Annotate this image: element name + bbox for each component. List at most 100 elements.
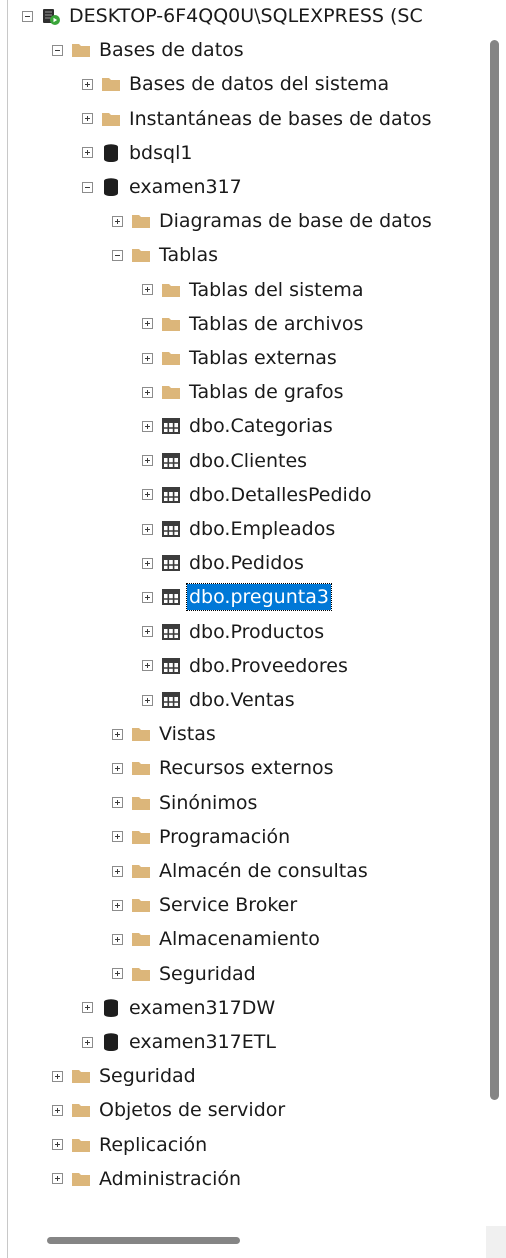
node-vistas[interactable]: Vistas bbox=[112, 717, 218, 751]
expand-toggle[interactable] bbox=[52, 1173, 63, 1185]
node-bases-de-datos-del-sistema[interactable]: Bases de datos del sistema bbox=[82, 67, 391, 101]
expand-toggle[interactable] bbox=[112, 762, 123, 774]
node-server[interactable]: DESKTOP-6F4QQ0U\SQLEXPRESS (SC bbox=[22, 0, 425, 33]
node-seguridad[interactable]: Seguridad bbox=[52, 1059, 198, 1093]
node-dbo-detallespedido[interactable]: dbo.DetallesPedido bbox=[142, 478, 374, 512]
node-dbo-clientes[interactable]: dbo.Clientes bbox=[142, 444, 309, 478]
expand-toggle[interactable] bbox=[142, 420, 153, 432]
expand-toggle[interactable] bbox=[142, 660, 153, 672]
node-objetos-de-servidor[interactable]: Objetos de servidor bbox=[52, 1093, 287, 1127]
folder-icon bbox=[71, 1135, 91, 1155]
expand-toggle[interactable] bbox=[82, 1036, 93, 1048]
node-label: Replicación bbox=[99, 1133, 208, 1156]
node-label: bdsql1 bbox=[129, 141, 193, 164]
node-label: Tablas del sistema bbox=[189, 278, 364, 301]
object-explorer-tree: DESKTOP-6F4QQ0U\SQLEXPRESS (SC Bases de … bbox=[8, 0, 484, 1220]
expand-toggle[interactable] bbox=[112, 899, 123, 911]
node-dbo-pedidos[interactable]: dbo.Pedidos bbox=[142, 546, 306, 580]
table-icon bbox=[161, 519, 181, 539]
expand-toggle[interactable] bbox=[142, 318, 153, 330]
node-label: Almacén de consultas bbox=[159, 860, 368, 882]
expand-toggle[interactable] bbox=[142, 284, 153, 296]
folder-icon bbox=[131, 211, 151, 231]
folder-icon bbox=[131, 758, 151, 778]
expand-toggle[interactable] bbox=[142, 352, 153, 364]
expand-toggle[interactable] bbox=[52, 1070, 63, 1082]
node-examen317[interactable]: examen317 bbox=[82, 170, 244, 204]
expand-toggle[interactable] bbox=[112, 728, 123, 740]
node-tablas-de-archivos[interactable]: Tablas de archivos bbox=[142, 307, 365, 341]
node-dbo-empleados[interactable]: dbo.Empleados bbox=[142, 512, 337, 546]
table-icon bbox=[161, 690, 181, 710]
node-dbo-productos[interactable]: dbo.Productos bbox=[142, 615, 326, 649]
expand-toggle[interactable] bbox=[82, 113, 93, 125]
expand-toggle[interactable] bbox=[142, 386, 153, 398]
node-label: dbo.Categorias bbox=[189, 415, 333, 438]
folder-icon bbox=[131, 793, 151, 813]
node-label: dbo.Productos bbox=[189, 620, 325, 643]
node-tablas-del-sistema[interactable]: Tablas del sistema bbox=[142, 273, 365, 307]
collapse-toggle[interactable] bbox=[52, 44, 63, 56]
node-label: Tablas de grafos bbox=[189, 381, 344, 404]
expand-toggle[interactable] bbox=[142, 626, 153, 638]
node-label: dbo.DetallesPedido bbox=[189, 483, 372, 506]
collapse-toggle[interactable] bbox=[22, 10, 33, 22]
vertical-scrollbar-thumb[interactable] bbox=[490, 40, 499, 1100]
expand-toggle[interactable] bbox=[142, 523, 153, 535]
node-programacion[interactable]: Programación bbox=[112, 820, 292, 854]
node-dbo-categorias[interactable]: dbo.Categorias bbox=[142, 409, 335, 443]
node-replicacion[interactable]: Replicación bbox=[52, 1128, 209, 1162]
node-tablas[interactable]: Tablas bbox=[112, 238, 220, 272]
horizontal-scrollbar-thumb[interactable] bbox=[47, 1237, 240, 1244]
expand-toggle[interactable] bbox=[82, 1002, 93, 1014]
node-tablas-de-grafos[interactable]: Tablas de grafos bbox=[142, 375, 346, 409]
expand-toggle[interactable] bbox=[82, 78, 93, 90]
node-dbo-proveedores[interactable]: dbo.Proveedores bbox=[142, 649, 350, 683]
node-recursos-externos[interactable]: Recursos externos bbox=[112, 751, 336, 785]
node-label: Diagramas de base de datos bbox=[159, 210, 432, 233]
expand-toggle[interactable] bbox=[112, 933, 123, 945]
node-bdsql1[interactable]: bdsql1 bbox=[82, 136, 194, 170]
expand-toggle[interactable] bbox=[112, 968, 123, 980]
folder-icon bbox=[161, 314, 181, 334]
node-sinonimos[interactable]: Sinónimos bbox=[112, 786, 259, 820]
collapse-toggle[interactable] bbox=[112, 249, 123, 261]
node-label: Tablas externas bbox=[189, 347, 337, 369]
expand-toggle[interactable] bbox=[142, 489, 153, 501]
table-icon bbox=[161, 622, 181, 642]
node-almacen-de-consultas[interactable]: Almacén de consultas bbox=[112, 854, 370, 888]
node-service-broker[interactable]: Service Broker bbox=[112, 888, 299, 922]
node-seguridad-db[interactable]: Seguridad bbox=[112, 957, 258, 991]
node-label: Administración bbox=[99, 1167, 242, 1190]
node-dbo-pregunta3[interactable]: dbo.pregunta3 bbox=[142, 580, 332, 614]
node-diagramas[interactable]: Diagramas de base de datos bbox=[112, 204, 434, 238]
expand-toggle[interactable] bbox=[142, 591, 153, 603]
node-bases-de-datos[interactable]: Bases de datos bbox=[52, 33, 246, 67]
expand-toggle[interactable] bbox=[112, 865, 123, 877]
database-icon bbox=[101, 998, 121, 1018]
expand-toggle[interactable] bbox=[142, 455, 153, 467]
expand-toggle[interactable] bbox=[82, 147, 93, 159]
folder-icon bbox=[131, 861, 151, 881]
node-tablas-externas[interactable]: Tablas externas bbox=[142, 341, 339, 375]
expand-toggle[interactable] bbox=[52, 1139, 63, 1151]
expand-toggle[interactable] bbox=[112, 797, 123, 809]
node-examen317etl[interactable]: examen317ETL bbox=[82, 1025, 278, 1059]
expand-toggle[interactable] bbox=[112, 215, 123, 227]
expand-toggle[interactable] bbox=[112, 831, 123, 843]
node-label: examen317DW bbox=[129, 996, 276, 1019]
table-icon bbox=[161, 451, 181, 471]
object-explorer-panel: DESKTOP-6F4QQ0U\SQLEXPRESS (SC Bases de … bbox=[0, 0, 506, 1258]
node-administracion[interactable]: Administración bbox=[52, 1162, 243, 1196]
folder-icon bbox=[71, 40, 91, 60]
folder-icon bbox=[131, 245, 151, 265]
node-almacenamiento[interactable]: Almacenamiento bbox=[112, 922, 322, 956]
expand-toggle[interactable] bbox=[142, 694, 153, 706]
expand-toggle[interactable] bbox=[52, 1104, 63, 1116]
expand-toggle[interactable] bbox=[142, 557, 153, 569]
node-instantaneas[interactable]: Instantáneas de bases de datos bbox=[82, 102, 434, 136]
node-dbo-ventas[interactable]: dbo.Ventas bbox=[142, 683, 297, 717]
scrollbar-corner bbox=[486, 1226, 506, 1258]
collapse-toggle[interactable] bbox=[82, 181, 93, 193]
node-examen317dw[interactable]: examen317DW bbox=[82, 991, 277, 1025]
